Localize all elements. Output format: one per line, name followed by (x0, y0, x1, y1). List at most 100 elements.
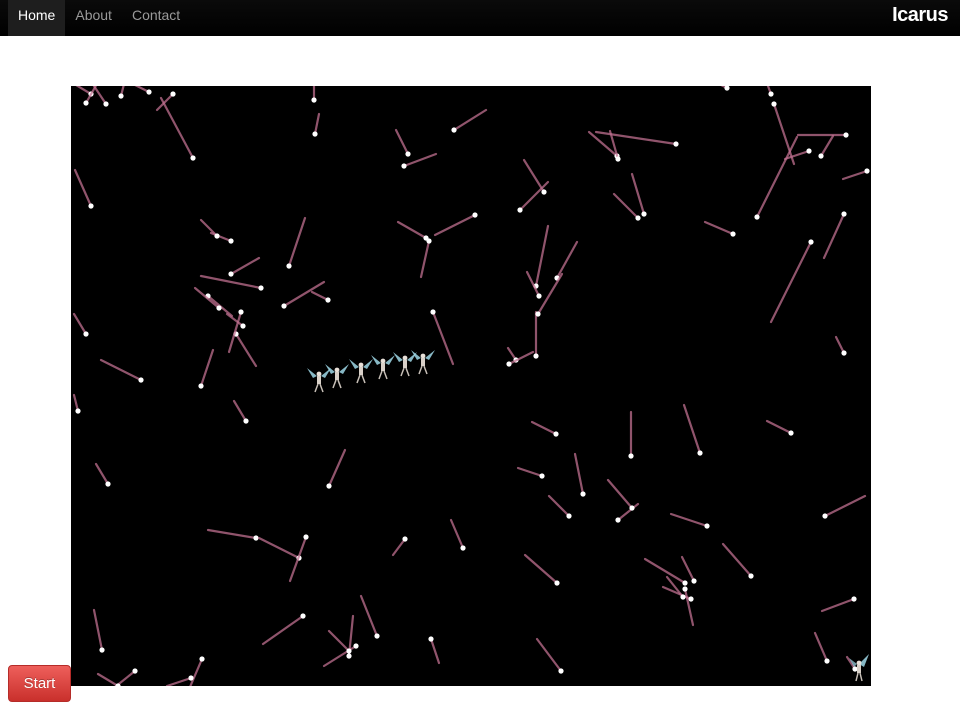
particle-trail (165, 676, 193, 686)
particle (451, 127, 457, 133)
particle (405, 151, 411, 157)
particle (822, 513, 828, 519)
particle-trail (820, 597, 856, 613)
particle (536, 293, 542, 299)
particle-trail (813, 631, 829, 663)
particle (533, 353, 539, 359)
nav-about-link[interactable]: About (65, 0, 122, 36)
winged-figure-sprite (393, 352, 417, 377)
particle (788, 430, 794, 436)
particle-trail (193, 286, 221, 310)
particle-trail (547, 494, 571, 518)
particle (300, 613, 306, 619)
particle (83, 100, 89, 106)
particle (190, 155, 196, 161)
particle-trail (433, 213, 477, 237)
particle-trail (720, 86, 729, 90)
winged-figure-sprite (349, 359, 373, 384)
particle (864, 168, 870, 174)
particle (691, 578, 697, 584)
particle (843, 132, 849, 138)
winged-figure-sprite (307, 368, 331, 393)
particle-trail (523, 553, 559, 585)
particle (281, 303, 287, 309)
particle-trail (616, 502, 640, 522)
enemy-sprite (849, 654, 869, 682)
particle (216, 305, 222, 311)
particle-trail (535, 637, 563, 673)
particle-trail (772, 102, 796, 166)
particle (852, 666, 858, 672)
particle-trail (99, 358, 143, 382)
particle (641, 211, 647, 217)
particle-trail (287, 216, 307, 268)
particle-trail (359, 594, 379, 638)
particle (243, 418, 249, 424)
particle (615, 517, 621, 523)
particle (253, 535, 259, 541)
particle (346, 648, 352, 654)
particle (808, 239, 814, 245)
particle (228, 271, 234, 277)
particle-trail (75, 86, 93, 96)
particle-trail (288, 535, 308, 583)
particle (682, 580, 688, 586)
corner-figure-sprite (849, 654, 869, 682)
brand-logo[interactable]: Icarus (892, 4, 948, 27)
particle (240, 323, 246, 329)
particle (83, 331, 89, 337)
particle (105, 481, 111, 487)
particle-trail (391, 537, 407, 557)
particle (688, 596, 694, 602)
particle-trail (206, 528, 258, 540)
particle-trail (394, 128, 410, 156)
game-canvas[interactable] (71, 86, 871, 686)
particle (851, 596, 857, 602)
start-button[interactable]: Start (8, 665, 71, 702)
top-navbar: Home About Contact Icarus (0, 0, 960, 36)
particle (103, 101, 109, 107)
particle (401, 163, 407, 169)
particle (374, 633, 380, 639)
particle-trail (834, 335, 846, 355)
winged-figure-sprite (371, 355, 395, 380)
particle (346, 653, 352, 659)
particle-trail (721, 542, 753, 578)
particle (635, 215, 641, 221)
particle-trail (327, 448, 347, 488)
nav-home-link[interactable]: Home (8, 0, 66, 36)
particle (615, 156, 621, 162)
particle (198, 383, 204, 389)
particle (629, 505, 635, 511)
particle-trail (310, 290, 330, 302)
particle (312, 131, 318, 137)
particle (311, 97, 317, 103)
particle (303, 534, 309, 540)
particle (535, 311, 541, 317)
particle-trail (189, 657, 204, 686)
particle-trail (669, 512, 709, 528)
particle (553, 431, 559, 437)
particle-trail (518, 180, 550, 212)
nav-contact-link[interactable]: Contact (122, 0, 190, 36)
particle-trail (72, 312, 88, 336)
particle (806, 148, 812, 154)
particle (75, 408, 81, 414)
particle (199, 656, 205, 662)
particle-trail (134, 86, 151, 94)
particle (460, 545, 466, 551)
particle (697, 450, 703, 456)
particle-trail (643, 557, 687, 585)
particle-trail (449, 518, 465, 550)
particle-trail (612, 192, 640, 220)
particle-trail (823, 494, 867, 518)
particle-trail (530, 420, 558, 436)
particle (824, 658, 830, 664)
particle-trail (199, 348, 215, 388)
particle (673, 141, 679, 147)
particle-trail (703, 220, 735, 236)
particle-trail (841, 169, 869, 181)
particle-trail (534, 224, 550, 288)
particle (258, 285, 264, 291)
particle (841, 211, 847, 217)
